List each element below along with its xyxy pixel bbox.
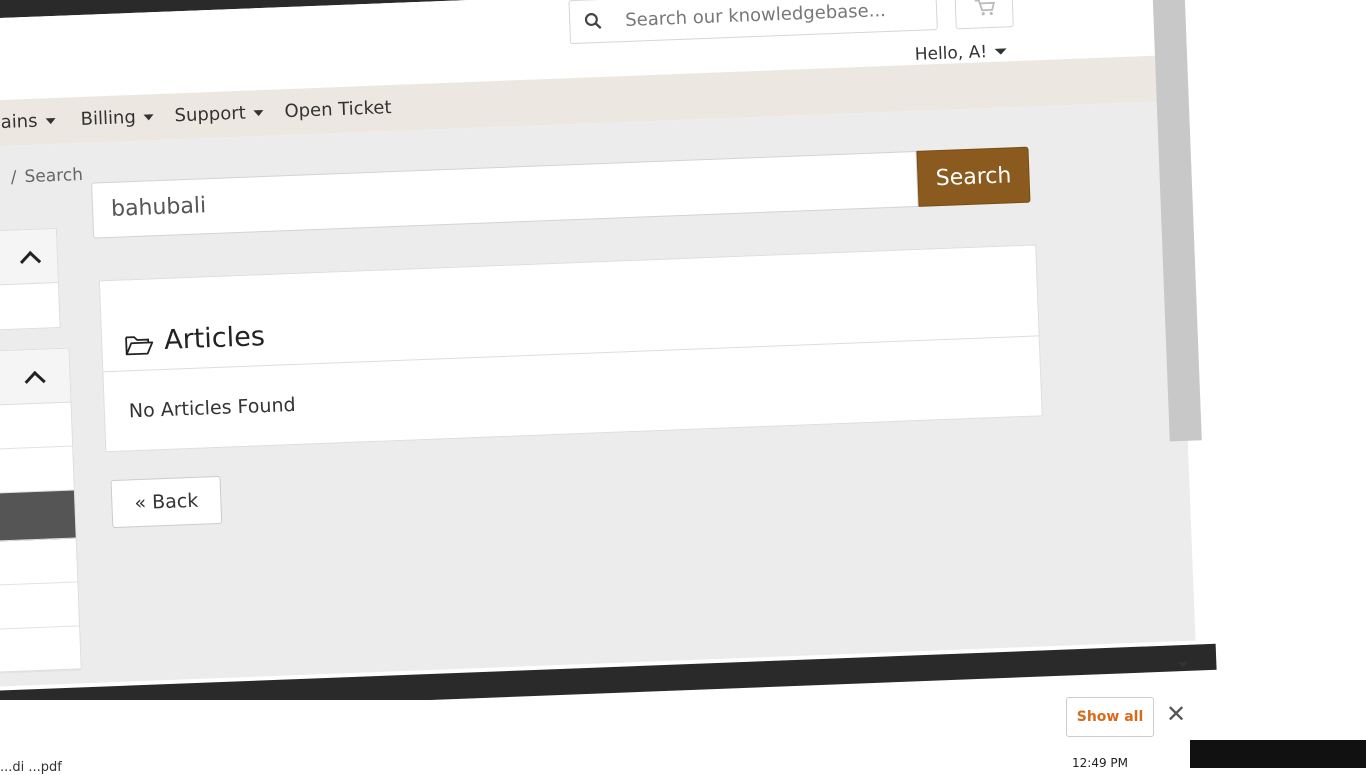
cart-icon (974, 0, 995, 16)
nav-item-open-ticket[interactable]: Open Ticket (284, 97, 392, 122)
sidebar-item[interactable] (0, 402, 73, 450)
search-input-value: bahubali (110, 193, 207, 222)
close-downloads-icon[interactable]: ✕ (1166, 700, 1186, 728)
articles-title: Articles (163, 321, 266, 356)
knowledgebase-search-placeholder: Search our knowledgebase... (624, 0, 887, 32)
breadcrumb: / Search (10, 165, 83, 188)
search-button[interactable]: Search (916, 146, 1031, 207)
taskbar (1190, 740, 1366, 768)
browser-viewport: Search our knowledgebase... 0 Hello, A! … (0, 0, 1366, 767)
nav-item-label: Support (174, 102, 247, 127)
back-button[interactable]: « Back (110, 475, 223, 529)
nav-item-support[interactable]: Support (174, 102, 264, 126)
sidebar-item[interactable] (0, 626, 81, 674)
user-greeting: Hello, A! (914, 42, 988, 65)
show-all-downloads-button[interactable]: Show all (1066, 697, 1154, 737)
sidebar-item[interactable] (0, 582, 80, 630)
scroll-down-arrow-icon[interactable] (1178, 662, 1188, 668)
chevron-down-icon (45, 117, 56, 125)
breadcrumb-separator: / (10, 167, 17, 188)
chevron-down-icon (253, 109, 264, 117)
sidebar-panel-header[interactable] (0, 348, 71, 406)
nav-item-billing[interactable]: Billing (80, 106, 154, 130)
chevron-up-icon (24, 370, 46, 393)
sidebar-panel-support (0, 347, 82, 674)
chevron-down-icon (994, 48, 1008, 55)
sidebar-item-active[interactable] (0, 490, 76, 542)
articles-panel: Articles No Articles Found (98, 244, 1043, 453)
nav-item-label: Billing (80, 106, 137, 130)
nav-item-label: Open Ticket (284, 97, 392, 123)
sidebar-panel-categories (0, 227, 61, 331)
no-articles-message: No Articles Found (128, 393, 296, 423)
folder-open-icon (125, 336, 154, 356)
breadcrumb-current: Search (24, 164, 84, 188)
nav-item-label: ains (0, 110, 38, 134)
chevron-up-icon (19, 250, 42, 273)
search-icon (584, 13, 602, 30)
downloads-bar (0, 700, 1366, 768)
nav-item-domains[interactable]: ains (0, 110, 56, 133)
sidebar-item[interactable] (0, 446, 74, 494)
chevron-down-icon (143, 114, 154, 121)
sidebar-item[interactable] (0, 538, 78, 586)
sidebar-panel-header[interactable] (0, 229, 58, 286)
cart-button[interactable]: 0 (954, 0, 1014, 30)
